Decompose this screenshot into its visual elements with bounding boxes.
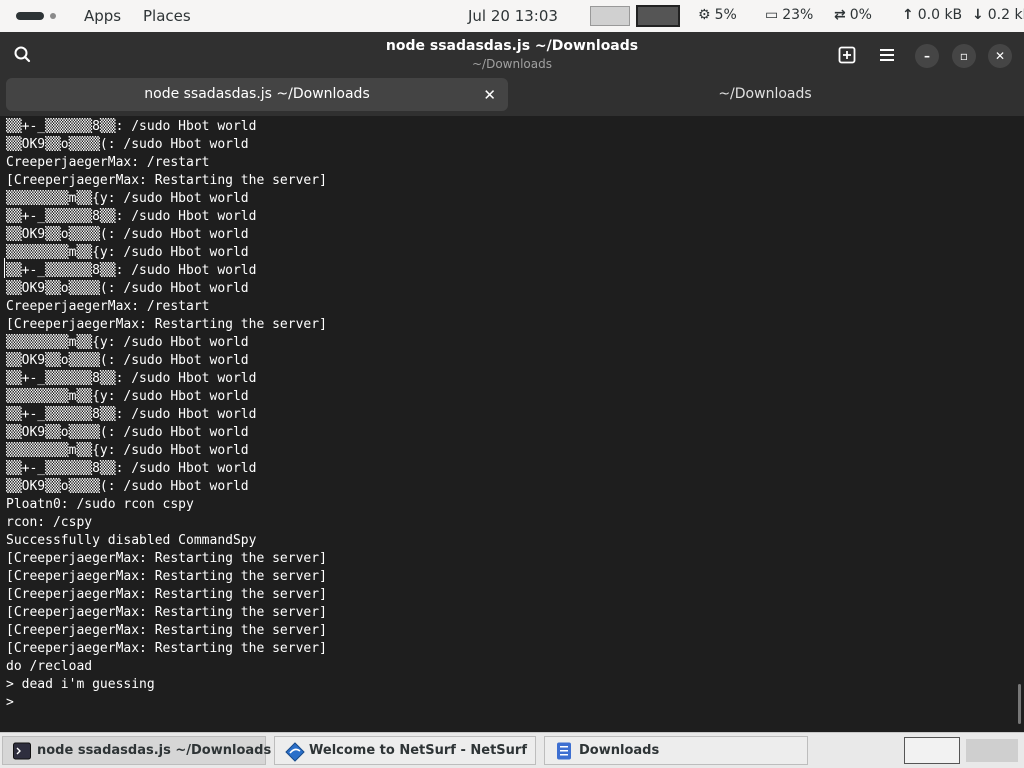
- terminal-output[interactable]: ▒▒+-_▒▒▒▒▒▒8▒▒: /sudo Hbot world ▒▒OK9▒▒…: [0, 118, 1024, 732]
- taskbar-item-terminal[interactable]: node ssadasdas.js ~/Downloads: [2, 736, 271, 765]
- terminal-line: ▒▒+-_▒▒▒▒▒▒8▒▒: /sudo Hbot world: [6, 461, 257, 476]
- swap-icon: ⇄: [834, 7, 846, 23]
- terminal-line: [CreeperjaegerMax: Restarting the server…: [6, 569, 327, 584]
- terminal-line: ▒▒▒▒▒▒▒▒m▒▒{y: /sudo Hbot world: [6, 191, 249, 206]
- memory-graph: [636, 5, 680, 27]
- terminal-line: [CreeperjaegerMax: Restarting the server…: [6, 317, 327, 332]
- taskbar-item-netsurf[interactable]: Welcome to NetSurf - NetSurf: [274, 736, 536, 765]
- cpu-icon: ⚙: [698, 7, 711, 23]
- workspace-switcher-2[interactable]: [966, 739, 1018, 762]
- tab-bar: node ssadasdas.js ~/Downloads ✕ ~/Downlo…: [0, 78, 1024, 116]
- terminal-line: ▒▒OK9▒▒o▒▒▒▒(: /sudo Hbot world: [6, 227, 249, 242]
- terminal-line: ▒▒▒▒▒▒▒▒m▒▒{y: /sudo Hbot world: [6, 245, 249, 260]
- terminal-line: ▒▒OK9▒▒o▒▒▒▒(: /sudo Hbot world: [6, 353, 249, 368]
- terminal-line: rcon: /cspy: [6, 515, 93, 530]
- terminal-line: Ploatn0: /sudo rcon cspy: [6, 497, 194, 512]
- terminal-icon: [13, 742, 31, 760]
- tab-downloads[interactable]: ~/Downloads: [512, 78, 1018, 111]
- taskbar-item-downloads[interactable]: Downloads: [544, 736, 808, 765]
- new-tab-icon[interactable]: [836, 44, 858, 66]
- clock[interactable]: Jul 20 13:03: [468, 7, 558, 25]
- places-menu[interactable]: Places: [143, 7, 191, 25]
- close-icon: ✕: [994, 49, 1006, 63]
- terminal-line: [CreeperjaegerMax: Restarting the server…: [6, 623, 327, 638]
- terminal-line: [CreeperjaegerMax: Restarting the server…: [6, 551, 327, 566]
- terminal-prompt-line[interactable]: >: [6, 694, 14, 712]
- terminal-line: ▒▒+-_▒▒▒▒▒▒8▒▒: /sudo Hbot world: [6, 119, 257, 134]
- netsurf-icon: [285, 742, 305, 762]
- terminal-line: [CreeperjaegerMax: Restarting the server…: [6, 587, 327, 602]
- terminal-line: ▒▒+-_▒▒▒▒▒▒8▒▒: /sudo Hbot world: [6, 407, 257, 422]
- system-top-bar: Apps Places Jul 20 13:03 ⚙ 5% ▭ 23% ⇄ 0% ↑ 0…: [0, 0, 1024, 32]
- cpu-indicator: ⚙ 5%: [698, 7, 737, 23]
- terminal-line: [CreeperjaegerMax: Restarting the server…: [6, 605, 327, 620]
- apps-menu[interactable]: Apps: [84, 7, 121, 25]
- tab-label: ~/Downloads: [718, 86, 812, 102]
- terminal-scrollbar[interactable]: [1018, 684, 1021, 724]
- taskbar: node ssadasdas.js ~/Downloads Welcome to…: [0, 732, 1024, 768]
- tab-label: node ssadasdas.js ~/Downloads: [144, 86, 370, 102]
- workspace-switcher-1[interactable]: [904, 737, 960, 764]
- terminal-line: Successfully disabled CommandSpy: [6, 533, 257, 548]
- swap-value: 0%: [849, 7, 872, 23]
- terminal-line: CreeperjaegerMax: /restart: [6, 299, 210, 314]
- net-up-value: 0.0 kB: [917, 7, 963, 23]
- download-arrow-icon: ↓: [972, 7, 984, 23]
- memory-indicator: ▭ 23%: [765, 7, 813, 23]
- net-up-indicator: ↑ 0.0 kB: [902, 7, 962, 23]
- net-down-indicator: ↓0.2 kB: [972, 7, 1024, 23]
- tab-close-icon[interactable]: ✕: [483, 86, 496, 104]
- taskbar-item-label: Downloads: [579, 743, 660, 758]
- maximize-button[interactable]: ▫: [952, 44, 976, 68]
- terminal-line: ▒▒▒▒▒▒▒▒m▒▒{y: /sudo Hbot world: [6, 443, 249, 458]
- tab-node-ssadasdas[interactable]: node ssadasdas.js ~/Downloads ✕: [6, 78, 508, 111]
- terminal-line: [CreeperjaegerMax: Restarting the server…: [6, 173, 327, 188]
- terminal-line: ▒▒+-_▒▒▒▒▒▒8▒▒: /sudo Hbot world: [6, 263, 257, 278]
- file-manager-icon: [555, 742, 573, 760]
- memory-icon: ▭: [765, 7, 779, 23]
- terminal-line: ▒▒+-_▒▒▒▒▒▒8▒▒: /sudo Hbot world: [6, 371, 257, 386]
- minimize-icon: –: [924, 49, 930, 63]
- close-window-button[interactable]: ✕: [988, 44, 1012, 68]
- terminal-line: ▒▒▒▒▒▒▒▒m▒▒{y: /sudo Hbot world: [6, 389, 249, 404]
- terminal-line: ▒▒OK9▒▒o▒▒▒▒(: /sudo Hbot world: [6, 137, 249, 152]
- workspace-dot-icon: [50, 13, 56, 19]
- mouse-ibeam-cursor-icon: [4, 258, 6, 278]
- terminal-line: CreeperjaegerMax: /restart: [6, 155, 210, 170]
- terminal-line: do /recload: [6, 659, 93, 674]
- terminal-line: [CreeperjaegerMax: Restarting the server…: [6, 641, 327, 656]
- terminal-line: ▒▒+-_▒▒▒▒▒▒8▒▒: /sudo Hbot world: [6, 209, 257, 224]
- terminal-header-bar: node ssadasdas.js ~/Downloads ~/Download…: [0, 32, 1024, 78]
- terminal-line: ▒▒▒▒▒▒▒▒m▒▒{y: /sudo Hbot world: [6, 335, 249, 350]
- taskbar-item-label: node ssadasdas.js ~/Downloads: [37, 743, 272, 758]
- net-down-value: 0.2 kB: [987, 7, 1024, 23]
- minimize-button[interactable]: –: [915, 44, 939, 68]
- window-title: node ssadasdas.js ~/Downloads: [385, 38, 639, 54]
- maximize-icon: ▫: [959, 49, 969, 63]
- memory-value: 23%: [782, 7, 814, 23]
- cpu-graph: [590, 6, 630, 26]
- cpu-value: 5%: [714, 7, 737, 23]
- terminal-line: ▒▒OK9▒▒o▒▒▒▒(: /sudo Hbot world: [6, 479, 249, 494]
- terminal-line: > dead i'm guessing: [6, 677, 155, 692]
- swap-indicator: ⇄ 0%: [834, 7, 872, 23]
- terminal-line: ▒▒OK9▒▒o▒▒▒▒(: /sudo Hbot world: [6, 281, 249, 296]
- activities-pill-icon[interactable]: [16, 12, 44, 20]
- upload-arrow-icon: ↑: [902, 7, 914, 23]
- window-subtitle: ~/Downloads: [472, 57, 552, 71]
- taskbar-item-label: Welcome to NetSurf - NetSurf: [309, 743, 527, 758]
- terminal-line: ▒▒OK9▒▒o▒▒▒▒(: /sudo Hbot world: [6, 425, 249, 440]
- hamburger-menu-icon[interactable]: [876, 44, 898, 66]
